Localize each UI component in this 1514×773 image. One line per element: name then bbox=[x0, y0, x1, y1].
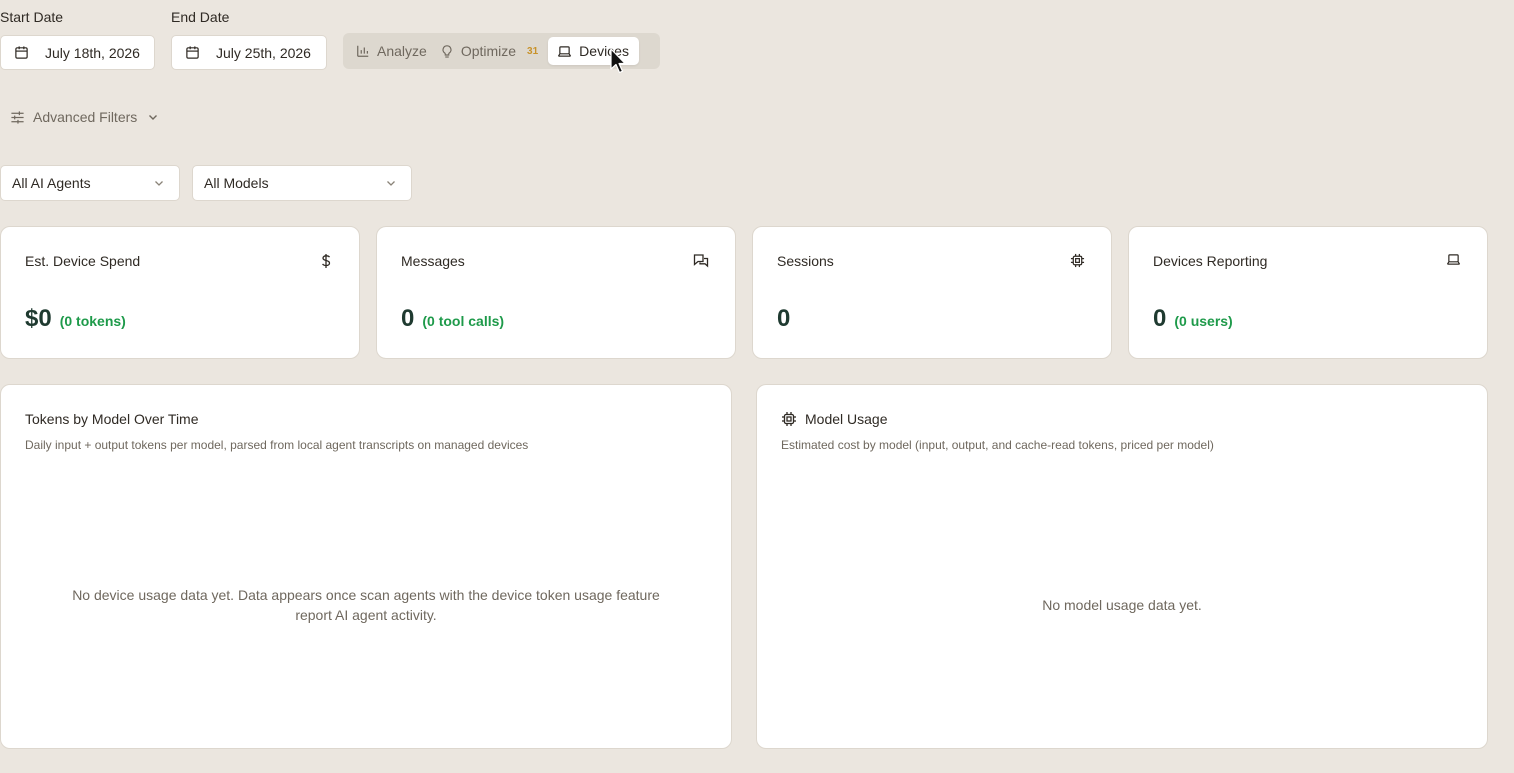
chevron-down-icon bbox=[149, 115, 158, 120]
stat-subvalue: (0 tokens) bbox=[59, 313, 126, 329]
stat-title: Est. Device Spend bbox=[25, 253, 141, 269]
tab-analyze-label: Analyze bbox=[377, 43, 427, 59]
tab-optimize[interactable]: Optimize 31 bbox=[433, 37, 544, 65]
stat-subvalue: (0 users) bbox=[1174, 313, 1233, 329]
stat-card-sessions: Sessions 0 bbox=[752, 226, 1112, 359]
advanced-filters-label: Advanced Filters bbox=[33, 109, 138, 125]
dollar-icon bbox=[322, 254, 331, 268]
calendar-icon bbox=[15, 46, 28, 59]
stat-title: Devices Reporting bbox=[1153, 253, 1268, 269]
tab-analyze[interactable]: Analyze bbox=[349, 37, 433, 65]
chevron-down-icon bbox=[387, 181, 395, 186]
stat-card-devices-reporting: Devices Reporting 0 (0 users) bbox=[1128, 226, 1488, 359]
models-select-value: All Models bbox=[204, 175, 269, 191]
laptop-icon bbox=[1446, 254, 1461, 265]
empty-state-line: No device usage data yet. Data appears o… bbox=[72, 587, 660, 603]
end-date-picker[interactable]: July 25th, 2026 bbox=[171, 35, 327, 70]
chevron-down-icon bbox=[155, 181, 163, 186]
bar-chart-icon bbox=[357, 45, 369, 57]
end-date-group: End Date July 25th, 2026 bbox=[171, 9, 327, 70]
start-date-group: Start Date July 18th, 2026 bbox=[0, 9, 155, 70]
stat-subvalue: (0 tool calls) bbox=[422, 313, 505, 329]
model-usage-panel: Model Usage Estimated cost by model (inp… bbox=[756, 384, 1488, 749]
stat-title: Messages bbox=[401, 253, 465, 269]
cpu-icon bbox=[1070, 253, 1085, 268]
devices-dashboard: Start Date July 18th, 2026 End Date July… bbox=[0, 0, 1514, 773]
models-select[interactable]: All Models bbox=[192, 165, 412, 201]
laptop-icon bbox=[558, 45, 572, 57]
lightbulb-icon bbox=[442, 44, 452, 58]
tab-optimize-label: Optimize bbox=[460, 43, 517, 59]
empty-state-line: report AI agent activity. bbox=[295, 607, 437, 623]
stat-value: 0 bbox=[777, 305, 791, 332]
chat-bubbles-icon bbox=[693, 254, 709, 268]
stat-value: $0 bbox=[25, 305, 52, 332]
panel-description: Estimated cost by model (input, output, … bbox=[781, 438, 1214, 452]
stat-title: Sessions bbox=[777, 253, 834, 269]
panel-description: Daily input + output tokens per model, p… bbox=[25, 438, 529, 452]
stat-value-group: 0 (0 users) bbox=[1153, 305, 1233, 333]
tokens-by-model-panel: Tokens by Model Over Time Daily input + … bbox=[0, 384, 732, 749]
end-date-label: End Date bbox=[171, 9, 230, 25]
optimize-count-badge: 31 bbox=[527, 45, 539, 57]
cpu-icon bbox=[782, 412, 796, 426]
empty-state-message: No model usage data yet. bbox=[1042, 597, 1202, 613]
start-date-picker[interactable]: July 18th, 2026 bbox=[0, 35, 155, 70]
empty-state-message: No device usage data yet. Data appears o… bbox=[41, 585, 691, 625]
panel-title-text: Model Usage bbox=[805, 411, 888, 427]
stat-value: 0 bbox=[401, 305, 415, 332]
stat-value-group: 0 (0 tool calls) bbox=[401, 305, 504, 333]
panel-title-text: Tokens by Model Over Time bbox=[25, 411, 199, 427]
stat-card-messages: Messages 0 (0 tool calls) bbox=[376, 226, 736, 359]
stat-value-group: $0 (0 tokens) bbox=[25, 305, 126, 333]
panel-title: Tokens by Model Over Time bbox=[25, 411, 199, 427]
stat-value: 0 bbox=[1153, 305, 1167, 332]
ai-agents-select-value: All AI Agents bbox=[12, 175, 91, 191]
stat-value-group: 0 bbox=[777, 305, 790, 333]
calendar-icon bbox=[186, 46, 199, 59]
ai-agents-select[interactable]: All AI Agents bbox=[0, 165, 180, 201]
stat-card-device-spend: Est. Device Spend $0 (0 tokens) bbox=[0, 226, 360, 359]
mouse-cursor-icon bbox=[610, 48, 626, 74]
sliders-icon bbox=[11, 110, 24, 124]
panel-title: Model Usage bbox=[781, 411, 888, 427]
end-date-value: July 25th, 2026 bbox=[216, 44, 311, 61]
start-date-value: July 18th, 2026 bbox=[45, 44, 140, 61]
advanced-filters-toggle[interactable]: Advanced Filters bbox=[10, 107, 159, 127]
start-date-label: Start Date bbox=[0, 9, 64, 25]
